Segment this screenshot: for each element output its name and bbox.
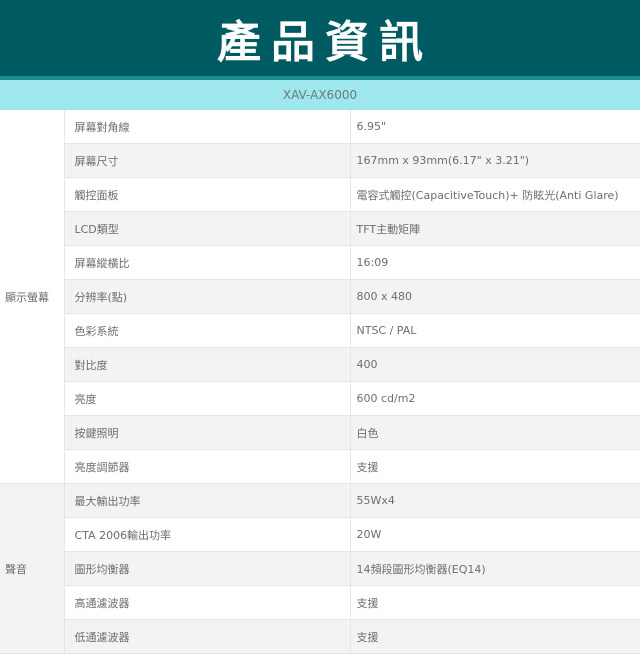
spec-label: 色彩系統 bbox=[64, 313, 351, 348]
group-label-display: 顯示螢幕 bbox=[0, 110, 65, 484]
spec-value: 支援 bbox=[350, 619, 640, 654]
spec-label: 按鍵照明 bbox=[64, 415, 351, 450]
table-row: 觸控面板 電容式觸控(CapacitiveTouch)+ 防眩光(Anti Gl… bbox=[0, 177, 640, 212]
spec-value: 20W bbox=[350, 517, 640, 552]
group-label-sound: 聲音 bbox=[0, 483, 65, 654]
spec-value: 55Wx4 bbox=[350, 483, 640, 518]
spec-value: 600 cd/m2 bbox=[350, 381, 640, 416]
table-row: 色彩系統 NTSC / PAL bbox=[0, 313, 640, 348]
spec-label: 屏幕尺寸 bbox=[64, 143, 351, 178]
table-row: 屏幕縱橫比 16:09 bbox=[0, 245, 640, 280]
spec-value: 6.95" bbox=[350, 110, 640, 144]
spec-label: 對比度 bbox=[64, 347, 351, 382]
table-row: 按鍵照明 白色 bbox=[0, 415, 640, 450]
spec-label: CTA 2006輸出功率 bbox=[64, 517, 351, 552]
table-row: 圖形均衡器 14頻段圖形均衡器(EQ14) bbox=[0, 551, 640, 586]
spec-value: NTSC / PAL bbox=[350, 313, 640, 348]
header-banner: 產品資訊 bbox=[0, 0, 640, 76]
spec-label: 最大輸出功率 bbox=[64, 483, 351, 518]
table-row: 高通濾波器 支援 bbox=[0, 585, 640, 620]
spec-value: 14頻段圖形均衡器(EQ14) bbox=[350, 551, 640, 586]
table-row: 低通濾波器 支援 bbox=[0, 619, 640, 654]
table-row: 對比度 400 bbox=[0, 347, 640, 382]
spec-value: 800 x 480 bbox=[350, 279, 640, 314]
spec-value: 支援 bbox=[350, 585, 640, 620]
table-row: 分辨率(點) 800 x 480 bbox=[0, 279, 640, 314]
spec-label: 低通濾波器 bbox=[64, 619, 351, 654]
spec-value: 電容式觸控(CapacitiveTouch)+ 防眩光(Anti Glare) bbox=[350, 177, 640, 212]
table-row: 聲音 最大輸出功率 55Wx4 bbox=[0, 483, 640, 654]
spec-value: 白色 bbox=[350, 415, 640, 450]
spec-label: 亮度調節器 bbox=[64, 449, 351, 484]
spec-label: 高通濾波器 bbox=[64, 585, 351, 620]
table-row: LCD類型 TFT主動矩陣 bbox=[0, 211, 640, 246]
spec-value: 支援 bbox=[350, 449, 640, 484]
spec-label: 圖形均衡器 bbox=[64, 551, 351, 586]
spec-value: 400 bbox=[350, 347, 640, 382]
table-row: CTA 2006輸出功率 20W bbox=[0, 517, 640, 552]
spec-label: 觸控面板 bbox=[64, 177, 351, 212]
spec-value: 16:09 bbox=[350, 245, 640, 280]
model-name: XAV-AX6000 bbox=[0, 80, 640, 110]
table-row: 亮度調節器 支援 bbox=[0, 449, 640, 484]
spec-value: TFT主動矩陣 bbox=[350, 211, 640, 246]
spec-table: 顯示螢幕 屏幕對角線 6.95" 屏幕尺寸 167mm x 93mm(6.17"… bbox=[0, 110, 640, 654]
spec-value: 167mm x 93mm(6.17" x 3.21") bbox=[350, 143, 640, 178]
spec-label: 分辨率(點) bbox=[64, 279, 351, 314]
spec-label: 屏幕縱橫比 bbox=[64, 245, 351, 280]
table-row: 顯示螢幕 屏幕對角線 6.95" bbox=[0, 110, 640, 484]
table-row: 亮度 600 cd/m2 bbox=[0, 381, 640, 416]
table-row: 屏幕尺寸 167mm x 93mm(6.17" x 3.21") bbox=[0, 143, 640, 178]
spec-label: LCD類型 bbox=[64, 211, 351, 246]
spec-label: 亮度 bbox=[64, 381, 351, 416]
page-title: 產品資訊 bbox=[217, 17, 433, 68]
spec-label: 屏幕對角線 bbox=[64, 110, 351, 144]
